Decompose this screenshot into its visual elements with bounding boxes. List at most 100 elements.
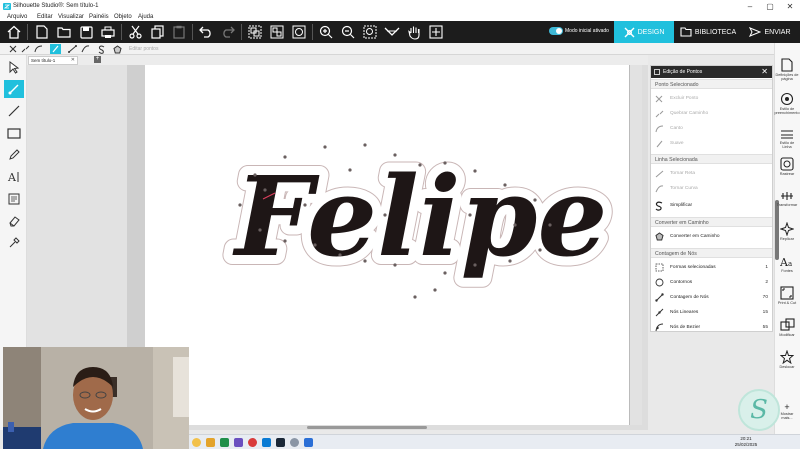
silhouette-taskbar-icon[interactable] [304,438,313,447]
text-tool-icon[interactable]: A [4,168,24,186]
break-path-icon[interactable] [20,44,31,54]
menu-paineis[interactable]: Painéis [89,13,109,21]
make-straight-action[interactable]: Tornar Reta [651,166,772,181]
make-curve-action[interactable]: Tornar Curva [651,181,772,196]
media-icon[interactable] [248,438,257,447]
open-folder-icon[interactable] [55,23,73,41]
save-icon[interactable] [77,23,95,41]
replicate-button[interactable]: Replicar [775,222,799,241]
zoom-out-icon[interactable] [339,23,357,41]
count-row-nodes: Contagem de Nós 70 [651,290,772,305]
corner-icon[interactable] [33,44,44,54]
copy-icon[interactable] [148,23,166,41]
transform-icon [781,192,793,200]
close-window-button[interactable]: ✕ [781,0,799,13]
close-tab-icon[interactable]: ✕ [71,57,75,64]
line-style-button[interactable]: Estilo de Linha [775,128,799,150]
document-tab-bar: Sem título-1 ✕ + [26,55,648,65]
design-page[interactable]: Felipe Felipe Felipe [145,65,630,430]
count-value-bezier: 55 [762,325,768,330]
transform-button[interactable]: Transformar [775,190,799,207]
count-row-bezier: Nós de Bezier 55 [651,320,772,335]
sketch-tool-icon[interactable] [4,190,24,208]
zoom-drag-icon[interactable] [383,23,401,41]
make-curve-icon[interactable] [80,44,91,54]
store-icon[interactable] [262,438,271,447]
design-artwork[interactable]: Felipe Felipe Felipe [145,65,630,430]
replicate-label: Replicar [780,237,794,241]
pen-tool-icon[interactable] [4,146,24,164]
paste-icon[interactable] [170,23,188,41]
system-clock[interactable]: 20:21 25/02/2025 [730,436,762,448]
vertical-scrollbar[interactable] [642,65,648,425]
document-tab[interactable]: Sem título-1 ✕ [28,56,78,65]
print-cut-button[interactable]: Print & Cut [775,286,799,305]
horizontal-scroll-thumb[interactable] [307,426,427,429]
convert-path-label: Converter em Caminho [670,234,720,239]
undo-icon[interactable] [197,23,215,41]
cut-icon[interactable] [126,23,144,41]
eraser-tool-icon[interactable] [4,212,24,230]
group-icon[interactable] [246,23,264,41]
offset-button[interactable]: Deslocar [775,350,799,369]
menu-editar[interactable]: Editar [37,13,53,21]
svg-text:A: A [7,171,17,183]
excel-icon[interactable] [220,438,229,447]
point-edit-tool-icon[interactable] [4,80,24,98]
break-path-label: Quebrar Caminho [670,111,709,116]
smooth-action[interactable]: Suave [651,136,772,151]
make-straight-icon[interactable] [67,44,78,54]
delete-point-icon[interactable] [7,44,18,54]
maximize-button[interactable]: ▢ [761,0,779,13]
zoom-selection-icon[interactable] [361,23,379,41]
menu-objeto[interactable]: Objeto [114,13,132,21]
modify-button[interactable]: Modificar [775,318,799,337]
menu-visualizar[interactable]: Visualizar [58,13,84,21]
eyedropper-tool-icon[interactable] [4,234,24,252]
tab-biblioteca[interactable]: BIBLIOTECA [677,21,739,43]
ungroup-icon[interactable] [268,23,286,41]
pan-hand-icon[interactable] [405,23,423,41]
simplify-action[interactable]: Simplificar [651,198,772,213]
trace-button[interactable]: Rastrear [775,157,799,176]
add-tab-button[interactable]: + [94,56,101,63]
file-explorer-icon[interactable] [206,438,215,447]
zoom-in-icon[interactable] [317,23,335,41]
rectangle-tool-icon[interactable] [4,124,24,142]
smooth-icon[interactable] [50,44,61,54]
startup-mode-toggle[interactable] [549,27,563,35]
new-file-icon[interactable] [33,23,51,41]
redo-icon[interactable] [219,23,237,41]
tab-design[interactable]: DESIGN [614,21,674,43]
simplify-icon[interactable] [96,44,107,54]
design-text[interactable]: Felipe [232,152,608,281]
panel-close-button[interactable]: ✕ [761,66,768,78]
tab-enviar[interactable]: ENVIAR [742,21,798,43]
select-tool-icon[interactable] [4,58,24,76]
fonts-button[interactable]: Aa Fontes [775,255,799,273]
page-settings-button[interactable]: Definições de página [775,58,799,82]
home-icon[interactable] [5,23,23,41]
menu-ajuda[interactable]: Ajuda [138,13,153,21]
app-icon[interactable] [290,438,299,447]
steam-icon[interactable] [276,438,285,447]
line-style-label: Estilo de Linha [779,141,795,150]
tab-design-label: DESIGN [637,28,665,36]
menu-arquivo[interactable]: Arquivo [7,13,27,21]
line-tool-icon[interactable] [4,102,24,120]
print-icon[interactable] [99,23,117,41]
transform-label: Transformar [776,203,798,207]
minimize-button[interactable]: – [741,0,759,13]
corner-action[interactable]: Canto [651,121,772,136]
break-path-action[interactable]: Quebrar Caminho [651,106,772,121]
convert-path-action[interactable]: Converter em Caminho [651,229,772,244]
fill-style-button[interactable]: Estilo de preenchimento [774,92,800,116]
simplify-icon [651,198,667,213]
chrome-icon[interactable] [192,438,201,447]
fit-to-page-icon[interactable] [427,23,445,41]
delete-point-action[interactable]: Excluir Ponto [651,91,772,106]
teams-icon[interactable] [234,438,243,447]
convert-path-icon[interactable] [112,44,123,54]
count-label-contours: Contornos [670,280,693,285]
compound-path-icon[interactable] [290,23,308,41]
